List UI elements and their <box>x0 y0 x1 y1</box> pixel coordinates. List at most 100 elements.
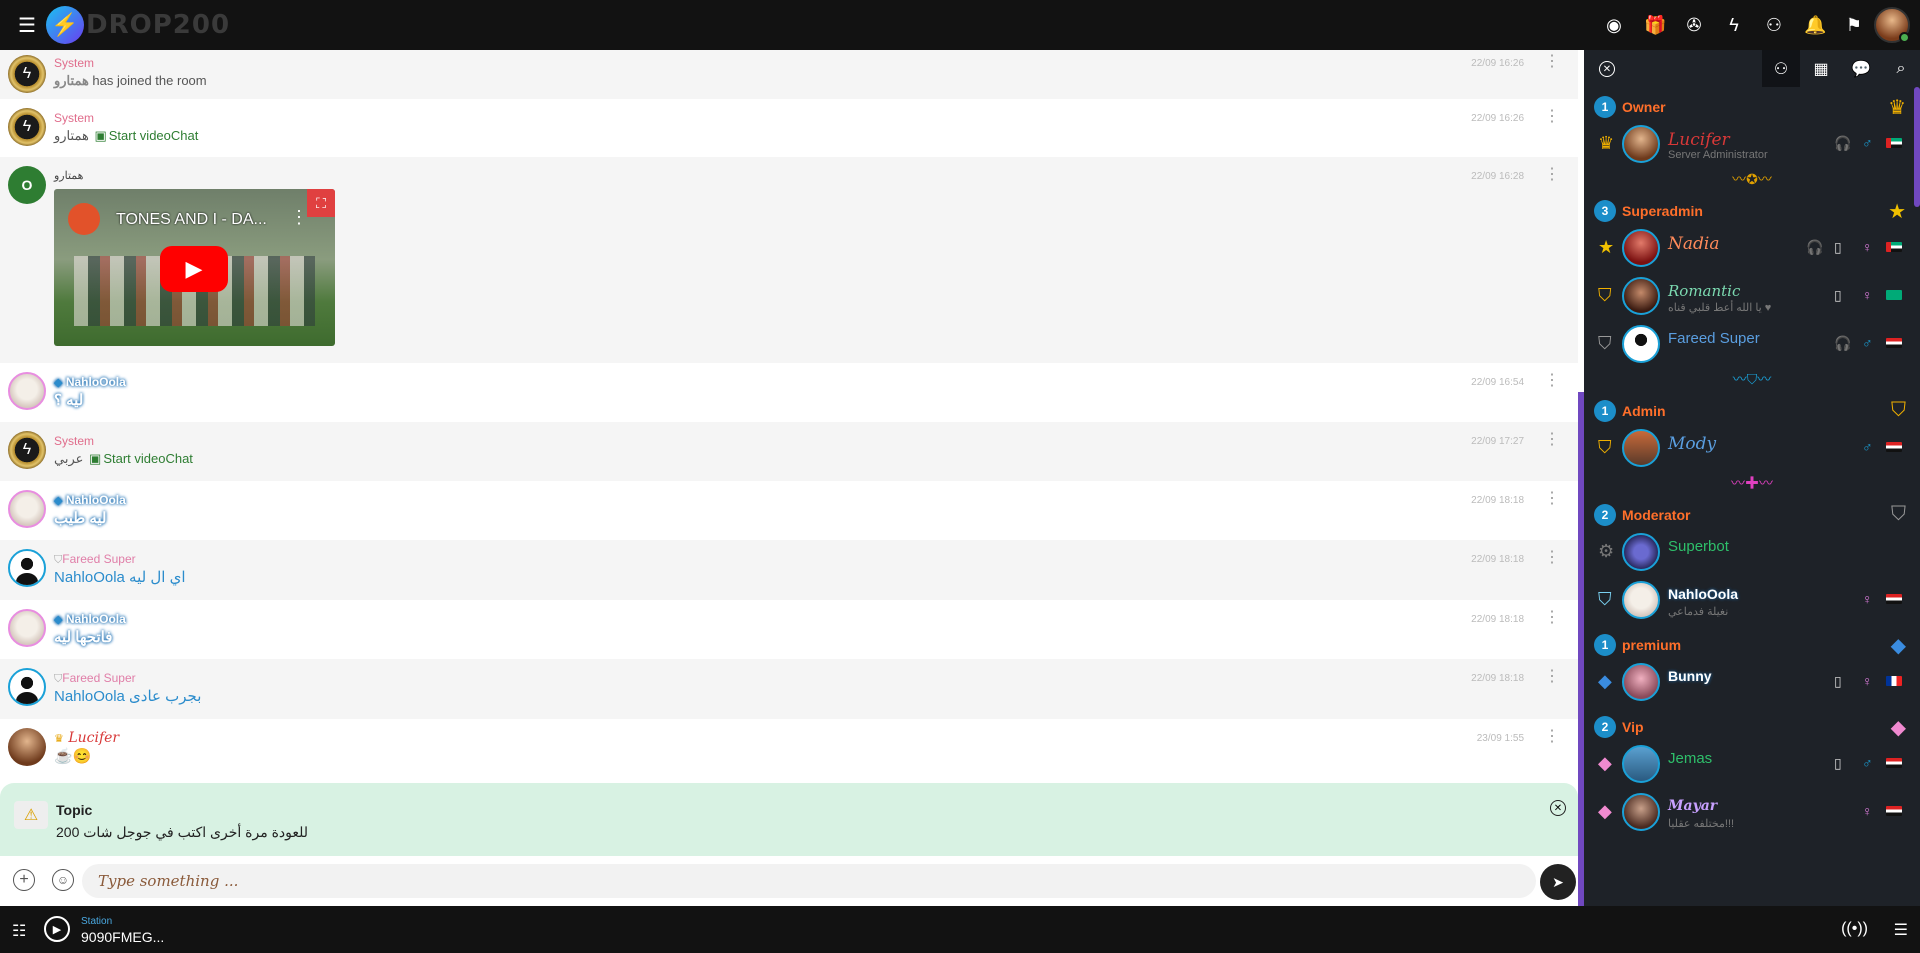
message-options-icon[interactable]: ⋮ <box>1544 373 1560 389</box>
rank-count: 2 <box>1594 504 1616 526</box>
site-logo[interactable]: ⚡ DROP200 <box>46 6 230 44</box>
user-avatar[interactable] <box>8 372 46 410</box>
menu-icon[interactable]: ☰ <box>14 12 40 38</box>
messenger-icon[interactable]: ϟ <box>1724 15 1744 36</box>
play-button[interactable]: ▶ <box>160 246 228 292</box>
user-row[interactable]: ⛉ Mody ♂ <box>1584 425 1920 473</box>
chat-message: ◆ NahloOola فاتحها ليه 22/09 18:18 ⋮ <box>0 600 1578 659</box>
logo-text: DROP200 <box>86 10 231 40</box>
message-options-icon[interactable]: ⋮ <box>1544 491 1560 507</box>
user-row[interactable]: ◆ Bunny ▯ ♀ <box>1584 659 1920 707</box>
message-options-icon[interactable]: ⋮ <box>1544 669 1560 685</box>
star-icon: ★ <box>1598 237 1615 257</box>
mobile-icon: ▯ <box>1834 287 1842 303</box>
superadmin-divider: 〰⛉〰 <box>1732 371 1772 387</box>
user-row[interactable]: ★ Nadia 🎧 ▯ ♀ <box>1584 225 1920 273</box>
wheel-icon[interactable]: ✇ <box>1684 15 1704 36</box>
message-time: 22/09 16:28 <box>1471 171 1524 182</box>
playlist-icon[interactable]: ☷ <box>12 921 26 941</box>
radio-play-button[interactable]: ▶ <box>44 916 70 942</box>
close-topic-icon[interactable]: ✕ <box>1550 800 1566 816</box>
user-list-panel: ✕ ⚇ ▦ 💬 ⌕ 1 Owner ♛ ♛ Lucifer Server Adm… <box>1584 50 1920 906</box>
flag-icon[interactable]: ⚑ <box>1844 15 1864 36</box>
youtube-embed[interactable]: TONES AND I - DA... ⋮ ⛶ ▶ <box>54 189 335 346</box>
message-time: 23/09 1:55 <box>1476 733 1524 744</box>
female-icon: ♀ <box>1862 287 1873 303</box>
message-options-icon[interactable]: ⋮ <box>1544 109 1560 125</box>
user-name: Jemas <box>1668 750 1713 767</box>
user-row[interactable]: ♛ Lucifer Server Administrator 🎧 ♂ <box>1584 121 1920 169</box>
search-tab-icon[interactable]: ⌕ <box>1882 50 1920 87</box>
user-row[interactable]: ⛉ Romantic يا الله أعط قلبي قناه ♥ ▯ ♀ <box>1584 273 1920 321</box>
user-row[interactable]: ◆ Mayar مختلفه عقليا!!! ♀ <box>1584 789 1920 837</box>
warning-envelope-icon: ⚠ <box>14 801 48 829</box>
system-avatar[interactable]: ϟ <box>8 55 46 93</box>
system-avatar[interactable]: ϟ <box>8 431 46 469</box>
username-text: Lucifer <box>68 730 120 746</box>
user-avatar[interactable] <box>8 490 46 528</box>
message-options-icon[interactable]: ⋮ <box>1544 729 1560 745</box>
message-options-icon[interactable]: ⋮ <box>1544 610 1560 626</box>
user-avatar <box>1622 533 1660 571</box>
close-panel-icon[interactable]: ✕ <box>1599 61 1615 77</box>
message-body: Start videoChat <box>108 128 199 143</box>
user-name: Romantic <box>1668 282 1741 300</box>
fullscreen-icon[interactable]: ⛶ <box>307 189 335 217</box>
message-username[interactable]: ◆ NahloOola <box>54 492 1570 509</box>
more-options-icon[interactable]: ⋮ <box>290 207 308 228</box>
user-row[interactable]: ◆ Jemas ▯ ♂ <box>1584 741 1920 789</box>
message-options-icon[interactable]: ⋮ <box>1544 432 1560 448</box>
chat-message: ⛉Fareed Super NahloOola بجرب عادى 22/09 … <box>0 659 1578 719</box>
message-username[interactable]: System <box>54 110 1570 126</box>
message-username[interactable]: ⛉Fareed Super <box>54 670 1570 687</box>
chat-log[interactable]: ϟ System همتارو has joined the room 22/0… <box>0 50 1578 783</box>
message-mention: همتارو <box>54 128 89 143</box>
message-options-icon[interactable]: ⋮ <box>1544 167 1560 183</box>
user-avatar[interactable] <box>8 549 46 587</box>
user-row[interactable]: ⛉ NahloOola نغيلة فدماعي ♀ <box>1584 577 1920 625</box>
users-tab-icon[interactable]: ⚇ <box>1762 50 1800 87</box>
user-avatar[interactable]: O <box>8 166 46 204</box>
diamond-icon: ◆ <box>1598 753 1612 773</box>
message-mention: عربي <box>54 451 84 466</box>
user-avatar[interactable] <box>8 728 46 766</box>
rank-count: 1 <box>1594 96 1616 118</box>
user-avatar <box>1622 229 1660 267</box>
message-username[interactable]: ♛ Lucifer <box>54 730 1570 747</box>
shield-badge-icon: ⛉ <box>1891 399 1906 421</box>
bell-icon[interactable]: 🔔 <box>1804 15 1826 36</box>
message-options-icon[interactable]: ⋮ <box>1544 550 1560 566</box>
user-avatar[interactable] <box>8 609 46 647</box>
message-username[interactable]: System <box>54 433 1570 449</box>
message-username[interactable]: ◆ NahloOola <box>54 374 1570 391</box>
rooms-tab-icon[interactable]: ▦ <box>1802 50 1840 87</box>
add-friend-icon[interactable]: ⚇ <box>1764 15 1784 36</box>
message-username[interactable]: همتارو <box>54 168 1570 184</box>
add-icon[interactable]: + <box>13 869 35 891</box>
user-avatar <box>1622 663 1660 701</box>
message-text: فاتحها ليه <box>54 629 113 646</box>
user-row[interactable]: ⛉ Fareed Super 🎧 ♂ <box>1584 321 1920 369</box>
user-avatar[interactable] <box>1874 7 1910 43</box>
user-avatar[interactable] <box>8 668 46 706</box>
player-bar: ☷ ▶ Station 9090FMEG... ((•)) ☰ <box>0 906 1920 953</box>
diamond-icon: ◆ <box>1890 717 1906 739</box>
message-text: NahloOola اي ال ليه <box>54 569 186 586</box>
emoji-icon[interactable]: ☺ <box>52 869 74 891</box>
message-time: 22/09 17:27 <box>1471 436 1524 447</box>
gift-icon[interactable]: 🎁 <box>1644 15 1666 36</box>
video-title[interactable]: TONES AND I - DA... <box>116 211 267 229</box>
messages-tab-icon[interactable]: 💬 <box>1842 50 1880 87</box>
system-avatar[interactable]: ϟ <box>8 108 46 146</box>
webcam-icon[interactable]: ◉ <box>1604 15 1624 36</box>
message-options-icon[interactable]: ⋮ <box>1544 54 1560 70</box>
message-username[interactable]: ⛉Fareed Super <box>54 551 1570 568</box>
message-username[interactable]: System <box>54 55 1570 71</box>
user-row[interactable]: ⚙ Superbot <box>1584 529 1920 577</box>
send-button[interactable]: ➤ <box>1540 864 1576 900</box>
channel-avatar[interactable] <box>68 203 100 235</box>
message-input[interactable] <box>82 864 1536 898</box>
right-menu-icon[interactable]: ☰ <box>1894 920 1908 940</box>
broadcast-icon[interactable]: ((•)) <box>1841 920 1868 938</box>
message-username[interactable]: ◆ NahloOola <box>54 611 1570 628</box>
